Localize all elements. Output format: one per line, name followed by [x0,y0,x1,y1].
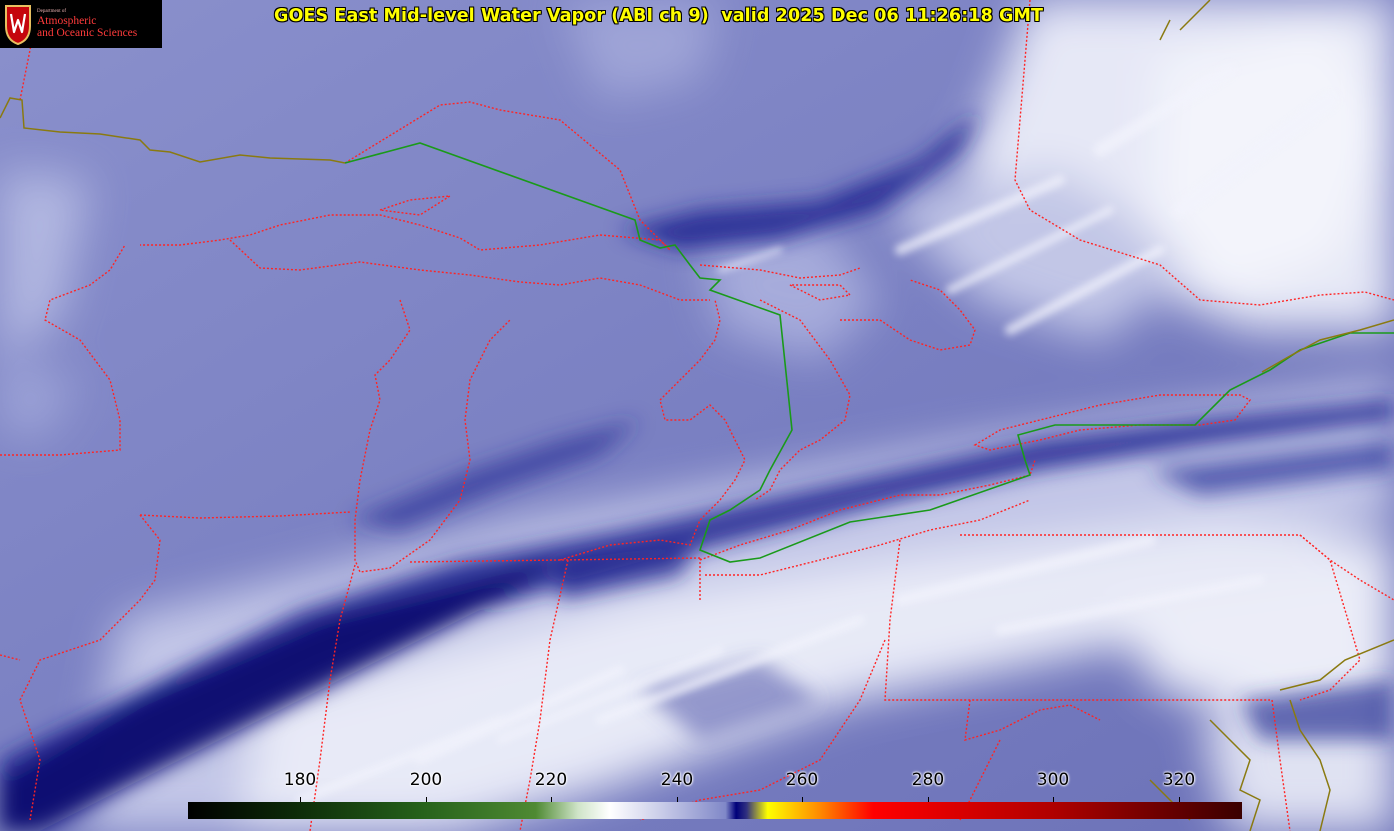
uw-aos-logo: Department of Atmospheric and Oceanic Sc… [0,0,162,48]
colorbar-tick-label: 260 [785,770,819,790]
colorbar-tick-label: 300 [1036,770,1070,790]
colorbar-tick [300,797,301,802]
logo-line-2: and Oceanic Sciences [37,26,138,39]
colorbar-tick-label: 180 [283,770,317,790]
colorbar-tick [426,797,427,802]
logo-text: Department of Atmospheric and Oceanic Sc… [37,9,137,38]
logo-line-1: Atmospheric [37,14,97,27]
colorbar-tick [928,797,929,802]
colorbar-tick-label: 240 [660,770,694,790]
colorbar-tick [677,797,678,802]
colorbar-tick [802,797,803,802]
uw-seal-icon [5,5,31,46]
colorbar-tick-label: 280 [911,770,945,790]
colorbar-tick-label: 220 [534,770,568,790]
colorbar-tick [551,797,552,802]
colorbar-gradient [188,802,1242,819]
colorbar-tick-label: 320 [1162,770,1196,790]
map-title: GOES East Mid-level Water Vapor (ABI ch … [274,6,1044,26]
colorbar-tick-label: 200 [409,770,443,790]
colorbar-tick [1053,797,1054,802]
water-vapor-map [0,0,1394,831]
colorbar-tick [1179,797,1180,802]
